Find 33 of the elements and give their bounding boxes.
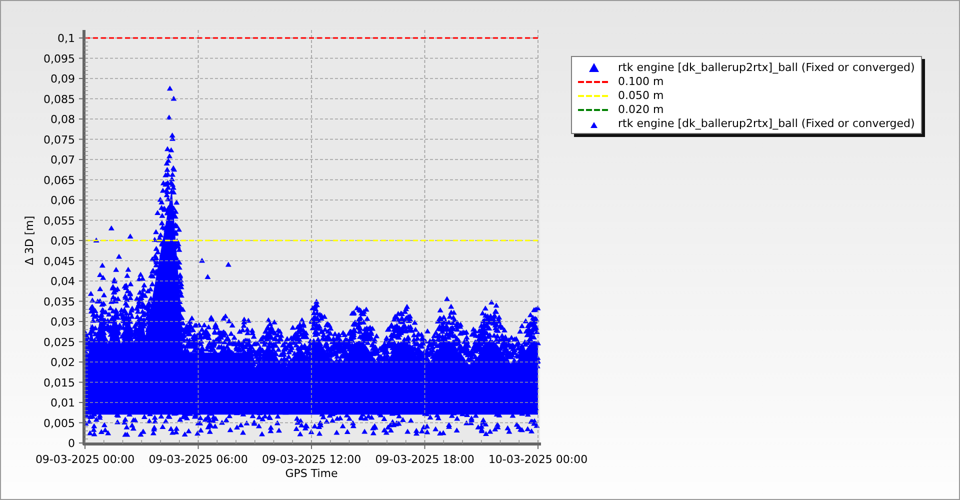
y-tick-label: 0,065 [44, 174, 75, 187]
y-tick-label: 0,02 [50, 356, 75, 369]
x-tick-label: 09-03-2025 18:00 [375, 453, 474, 466]
y-tick-label: 0,04 [50, 275, 75, 288]
y-tick-label: 0,075 [44, 133, 75, 146]
y-tick-label: 0,01 [50, 396, 75, 410]
y-tick-label: 0,07 [50, 154, 75, 166]
y-tick-label: 0,025 [44, 336, 75, 349]
y-tick-label: 0,1 [58, 32, 75, 45]
x-tick-label: 09-03-2025 12:00 [262, 453, 362, 466]
y-tick-label: 0,085 [44, 92, 75, 106]
y-tick-label: 0,08 [50, 113, 75, 126]
y-tick-label: 0 [68, 437, 75, 450]
y-tick-label: 0,05 [50, 234, 75, 248]
y-tick-label: 0,045 [44, 254, 75, 268]
y-tick-label: 0,06 [50, 194, 75, 207]
y-tick-label: 0,03 [50, 316, 75, 328]
y-tick-label: 0,035 [44, 295, 75, 308]
legend-label: 0.050 m [618, 89, 664, 102]
y-tick-label: 0,09 [50, 72, 75, 86]
y-tick-label: 0,005 [44, 416, 75, 430]
y-axis-title: Δ 3D [m] [23, 216, 36, 266]
x-tick-label: 09-03-2025 06:00 [148, 453, 248, 466]
legend-label: rtk engine [dk_ballerup2rtx]_ball (Fixed or converged) [618, 61, 915, 74]
x-tick-label: 10-03-2025 00:00 [488, 453, 588, 466]
y-tick-label: 0,095 [44, 52, 75, 66]
legend-label: 0.100 m [618, 75, 664, 88]
y-tick-label: 0,015 [44, 376, 75, 390]
x-axis-title: GPS Time [285, 467, 338, 480]
legend-label: 0.020 m [618, 103, 664, 116]
y-tick-label: 0,055 [44, 214, 75, 228]
legend-label: rtk engine [dk_ballerup2rtx]_ball (Fixed or converged) [618, 117, 915, 130]
x-tick-label: 09-03-2025 00:00 [35, 453, 135, 466]
